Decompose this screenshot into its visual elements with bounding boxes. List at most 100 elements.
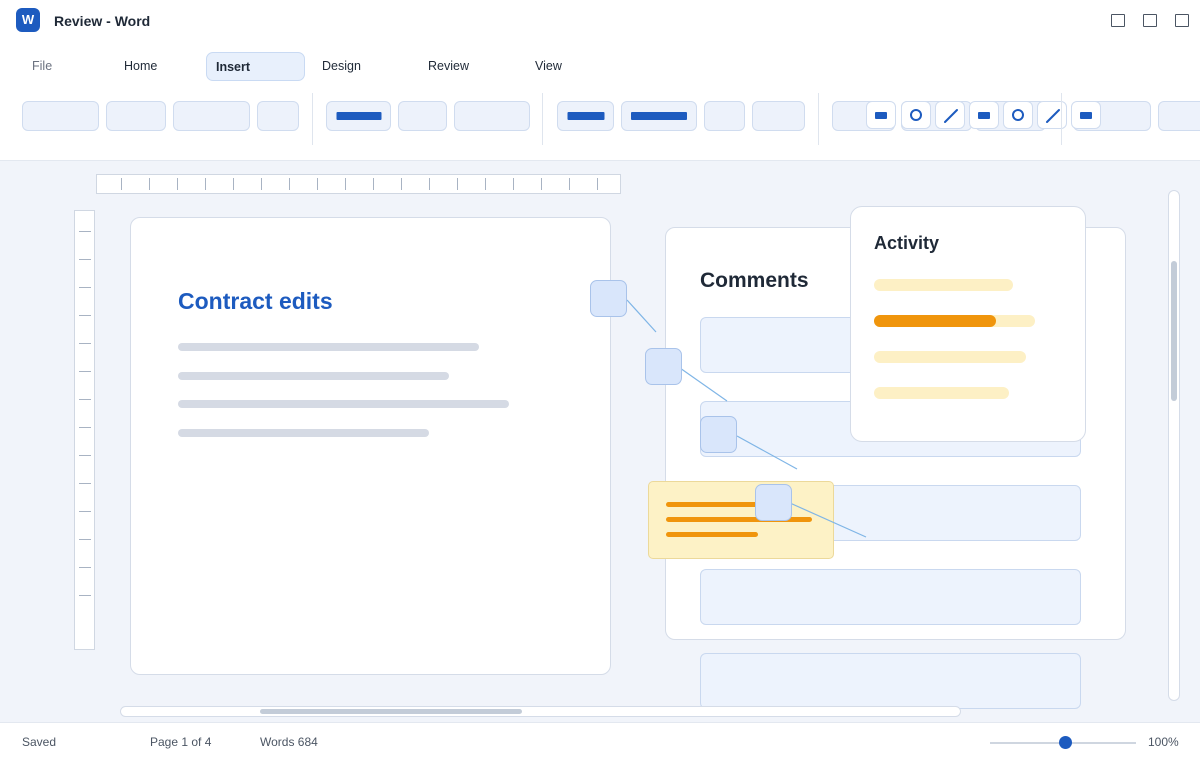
comments-title: Comments [700,269,809,292]
ruler-tick [597,178,598,190]
ruler-tick [79,315,91,316]
rectangle-shape-button[interactable] [866,101,896,129]
rectangle-icon [875,112,887,119]
ruler-tick [485,178,486,190]
comment-card[interactable] [700,569,1081,625]
line-shape-button[interactable] [935,101,965,129]
word-count[interactable]: Words 684 [260,735,318,749]
word-app-icon: W [16,8,40,32]
note-line [666,502,758,507]
page-indicator[interactable]: Page 1 of 4 [150,735,211,749]
ribbon-button-bar [336,112,381,120]
ruler-tick [401,178,402,190]
ruler-tick [289,178,290,190]
activity-title: Activity [874,233,940,253]
vertical-ruler[interactable] [74,210,95,650]
horizontal-ruler[interactable] [96,174,621,194]
horizontal-scrollbar[interactable] [120,706,961,717]
tab-file[interactable]: File [32,52,52,81]
title-bar: W Review - Word [0,0,1200,42]
tab-insert[interactable]: Insert [206,52,305,81]
ruler-tick [233,178,234,190]
ribbon-divider [312,93,313,145]
vertical-scrollbar[interactable] [1168,190,1180,701]
status-bar: Saved Page 1 of 4 Words 684 100% [0,722,1200,760]
ruler-tick [79,539,91,540]
ribbon-button[interactable] [106,101,166,131]
ribbon-button[interactable] [257,101,299,131]
ribbon-button[interactable] [1158,101,1200,131]
line-icon [1046,109,1060,123]
tab-view[interactable]: View [535,52,562,81]
maximize-button[interactable] [1143,14,1157,27]
ruler-tick [79,343,91,344]
ruler-tick [149,178,150,190]
activity-item[interactable] [874,387,1009,399]
ruler-tick [79,371,91,372]
ribbon-button-primary[interactable] [621,101,697,131]
ribbon-button[interactable] [173,101,250,131]
ruler-tick [79,455,91,456]
ruler-tick [541,178,542,190]
comment-anchor-marker[interactable] [700,416,737,453]
rectangle-icon [1080,112,1092,119]
ruler-tick [261,178,262,190]
ruler-tick [79,399,91,400]
circle-shape-button[interactable] [1003,101,1033,129]
ribbon-button[interactable] [22,101,99,131]
ruler-tick [79,483,91,484]
comment-anchor-marker[interactable] [755,484,792,521]
ribbon-button-primary[interactable] [557,101,614,131]
vertical-scroll-thumb[interactable] [1171,261,1177,401]
circle-icon [1012,109,1024,121]
highlight-note[interactable] [648,481,834,559]
ruler-tick [79,567,91,568]
tab-review[interactable]: Review [428,52,469,81]
ruler-tick [345,178,346,190]
circle-shape-button[interactable] [901,101,931,129]
ribbon-button-bar [631,112,687,120]
rectangle-shape-button[interactable] [1071,101,1101,129]
activity-panel: Activity [850,206,1086,442]
ribbon-button[interactable] [752,101,805,131]
tab-design[interactable]: Design [322,52,361,81]
horizontal-scroll-thumb[interactable] [260,709,522,714]
comment-card[interactable] [700,653,1081,709]
save-status: Saved [22,735,57,749]
rectangle-icon [978,112,990,119]
ribbon-divider [1061,93,1062,145]
ribbon-divider [542,93,543,145]
text-line-placeholder [178,429,429,437]
ruler-tick [317,178,318,190]
ruler-tick [79,595,91,596]
zoom-level[interactable]: 100% [1148,735,1179,749]
tab-home[interactable]: Home [124,52,157,81]
minimize-button[interactable] [1111,14,1125,27]
close-button[interactable] [1175,14,1189,27]
ribbon-divider [818,93,819,145]
ruler-tick [79,231,91,232]
text-line-placeholder [178,400,509,408]
comment-anchor-marker[interactable] [590,280,627,317]
comment-anchor-marker[interactable] [645,348,682,385]
activity-item[interactable] [874,279,1013,291]
ruler-tick [457,178,458,190]
circle-icon [910,109,922,121]
activity-item-highlighted[interactable] [874,315,1035,327]
ribbon-button[interactable] [398,101,447,131]
ruler-tick [569,178,570,190]
ruler-tick [205,178,206,190]
ribbon-button[interactable] [454,101,530,131]
activity-item[interactable] [874,351,1026,363]
line-shape-button[interactable] [1037,101,1067,129]
document-page[interactable]: Contract edits [130,217,611,675]
window-title: Review - Word [54,13,151,29]
ribbon-button[interactable] [704,101,745,131]
ribbon-button-primary[interactable] [326,101,391,131]
zoom-slider-handle[interactable] [1059,736,1072,749]
ruler-tick [429,178,430,190]
ruler-tick [79,511,91,512]
rectangle-shape-button[interactable] [969,101,999,129]
ribbon-button-bar [567,112,604,120]
ruler-tick [79,287,91,288]
